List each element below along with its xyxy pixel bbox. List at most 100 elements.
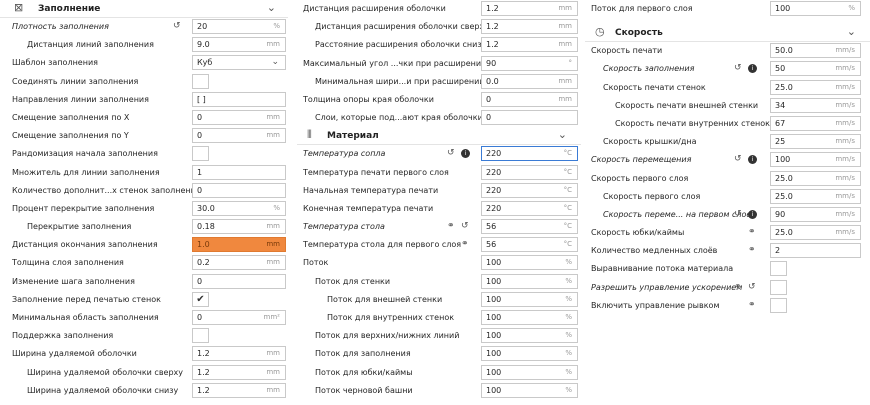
- value-field[interactable]: 100%: [481, 255, 578, 271]
- value-field[interactable]: 100%: [481, 310, 578, 325]
- value-field[interactable]: 220 °C: [481, 182, 578, 198]
- value-field[interactable]: 0.0 mm: [481, 73, 578, 89]
- value-field[interactable]: 0: [481, 110, 578, 126]
- link-icon[interactable]: ⚭: [734, 282, 742, 292]
- setting-row: Перекрытие заполнения 0.18 mm: [0, 218, 288, 236]
- value-field[interactable]: 1.0 mm: [192, 237, 286, 253]
- checkbox[interactable]: [770, 297, 787, 313]
- value-field[interactable]: 0: [192, 182, 286, 198]
- setting-label: Поток для внешней стенки: [327, 294, 443, 304]
- value-field[interactable]: 100%: [481, 328, 578, 344]
- link-icon[interactable]: ⚭: [447, 221, 455, 231]
- link-icon[interactable]: ⚭: [748, 300, 756, 310]
- value-field[interactable]: 34 mm/s: [770, 97, 861, 113]
- section-header-col2[interactable]: ⦀ Материал ⌄: [297, 127, 581, 146]
- value-field[interactable]: 90 °: [481, 55, 578, 71]
- setting-row: Температура сопла i ↺ 220 °C: [297, 145, 581, 163]
- value-field[interactable]: 100%: [481, 291, 578, 307]
- setting-row: Ширина удаляемой оболочки сверху 1.2 mm: [0, 364, 288, 382]
- field-value: 50.0: [775, 46, 793, 56]
- setting-label: Дистанция окончания заполнения: [12, 240, 158, 250]
- checkbox[interactable]: [770, 261, 787, 277]
- value-field[interactable]: 0.18 mm: [192, 219, 286, 235]
- info-icon[interactable]: i: [748, 209, 757, 219]
- value-field[interactable]: 100 mm/s: [770, 152, 861, 168]
- value-field[interactable]: 1.2 mm: [481, 37, 578, 53]
- section-header-col3[interactable]: ◷ Скорость ⌄: [585, 24, 870, 43]
- value-field[interactable]: 1.2 mm: [192, 346, 286, 362]
- value-field[interactable]: 0: [192, 273, 286, 289]
- chevron-down-icon[interactable]: ⌄: [558, 128, 567, 141]
- info-icon[interactable]: i: [748, 64, 757, 74]
- value-field[interactable]: 1: [192, 164, 286, 180]
- value-field[interactable]: 100%: [481, 346, 578, 362]
- value-field[interactable]: 1.2 mm: [481, 1, 578, 16]
- value-field[interactable]: 0.2 mm: [192, 255, 286, 271]
- value-field[interactable]: 0 mm: [192, 128, 286, 144]
- value-field[interactable]: 25 mm/s: [770, 134, 861, 150]
- checkbox[interactable]: [192, 73, 209, 89]
- value-field[interactable]: 1.2 mm: [481, 19, 578, 35]
- value-field[interactable]: 0 mm²: [192, 310, 286, 325]
- setting-row: Направления линии заполнения [ ]: [0, 91, 288, 109]
- reset-icon[interactable]: ↺: [734, 63, 742, 73]
- checkbox[interactable]: [770, 279, 787, 295]
- value-field[interactable]: 90 mm/s: [770, 206, 861, 222]
- reset-icon[interactable]: ↺: [447, 148, 455, 158]
- setting-label: Температура стола для первого слоя: [303, 240, 462, 250]
- checkbox[interactable]: [192, 328, 209, 344]
- value-field[interactable]: 50.0 mm/s: [770, 43, 861, 59]
- value-field[interactable]: 25.0 mm/s: [770, 170, 861, 186]
- value-field[interactable]: 56 °C: [481, 219, 578, 235]
- reset-icon[interactable]: ↺: [748, 282, 756, 292]
- info-icon[interactable]: i: [461, 149, 470, 159]
- value-field[interactable]: 2: [770, 243, 861, 259]
- value-field[interactable]: 50 mm/s: [770, 61, 861, 77]
- value-field[interactable]: 0 mm: [481, 91, 578, 107]
- value-field[interactable]: 9.0 mm: [192, 37, 286, 53]
- field-value: 220: [486, 203, 502, 213]
- value-field[interactable]: [ ]: [192, 91, 286, 107]
- reset-icon[interactable]: ↺: [734, 209, 742, 219]
- value-field[interactable]: 1.2 mm: [192, 382, 286, 398]
- value-field[interactable]: 0 mm: [192, 109, 286, 125]
- setting-row: Температура стола для первого слоя ⚭ 56 °C: [297, 236, 581, 254]
- value-field[interactable]: 220 °C: [481, 200, 578, 216]
- checkbox[interactable]: ✔: [192, 291, 209, 307]
- setting-label: Толщина опоры края оболочки: [303, 94, 434, 104]
- chevron-down-icon[interactable]: ⌄: [847, 25, 856, 38]
- setting-label: Шаблон заполнения: [12, 58, 98, 68]
- link-icon[interactable]: ⚭: [748, 245, 756, 255]
- setting-label: Включить управление рывком: [591, 300, 720, 310]
- info-icon[interactable]: i: [748, 155, 757, 165]
- checkbox[interactable]: [192, 146, 209, 162]
- chevron-down-icon[interactable]: ⌄: [267, 1, 276, 14]
- link-icon[interactable]: ⚭: [748, 227, 756, 237]
- value-field[interactable]: 220 °C: [481, 164, 578, 180]
- reset-icon[interactable]: ↺: [461, 221, 469, 231]
- value-field[interactable]: 30.0%: [192, 200, 286, 216]
- reset-icon[interactable]: ↺: [173, 21, 181, 31]
- value-field[interactable]: 100%: [481, 382, 578, 398]
- setting-row: Поток для стенки 100%: [297, 273, 581, 291]
- value-field[interactable]: 25.0 mm/s: [770, 188, 861, 204]
- value-field[interactable]: 220 °C: [481, 146, 578, 162]
- value-field[interactable]: 100%: [481, 364, 578, 380]
- setting-label: Соединять линии заполнения: [12, 76, 139, 86]
- value-field[interactable]: 56 °C: [481, 237, 578, 253]
- value-field[interactable]: 25.0 mm/s: [770, 79, 861, 95]
- section-header-col1[interactable]: ⊠ Заполнение ⌄: [0, 0, 288, 18]
- section-title: Материал: [327, 131, 379, 142]
- value-field[interactable]: 100%: [481, 273, 578, 289]
- reset-icon[interactable]: ↺: [734, 154, 742, 164]
- value-field[interactable]: 20%: [192, 19, 286, 34]
- setting-row: Слои, которые под...ают края оболочки 0: [297, 109, 581, 127]
- value-field[interactable]: 1.2 mm: [192, 364, 286, 380]
- setting-row: Поток 100%: [297, 254, 581, 272]
- pattern-select[interactable]: Куб ⌄: [192, 55, 286, 71]
- setting-label: Скорость перемещения: [591, 155, 692, 165]
- value-field[interactable]: 67 mm/s: [770, 115, 861, 131]
- link-icon[interactable]: ⚭: [461, 239, 469, 249]
- value-field[interactable]: 25.0 mm/s: [770, 225, 861, 241]
- value-field[interactable]: 100%: [770, 1, 861, 16]
